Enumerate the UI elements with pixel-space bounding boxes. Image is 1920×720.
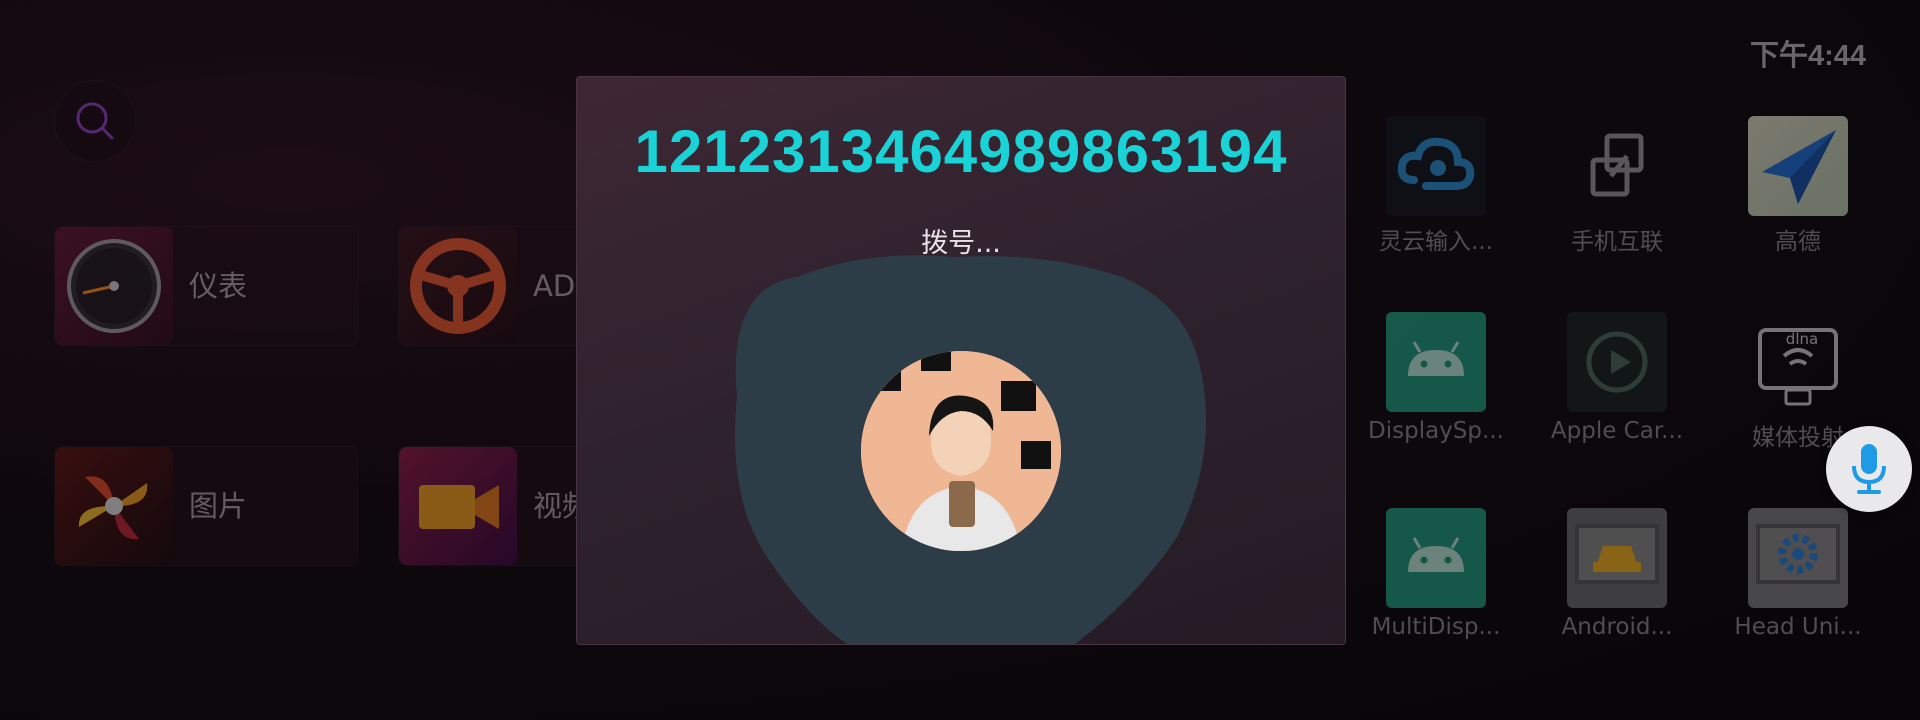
app-label: DisplaySp...: [1368, 418, 1504, 444]
steering-wheel-icon: [399, 227, 517, 345]
app-amap[interactable]: 高德: [1708, 116, 1888, 266]
call-status: 拨号...: [921, 228, 1001, 259]
app-phone-link[interactable]: 手机互联: [1527, 116, 1707, 266]
status-clock: 下午4:44: [1749, 40, 1866, 72]
tile-dashboard[interactable]: 仪表: [54, 226, 358, 346]
app-label: Apple Car...: [1550, 418, 1684, 444]
app-head-unit[interactable]: Head Uni...: [1708, 508, 1888, 658]
contact-avatar: [861, 351, 1061, 551]
app-multidisp[interactable]: MultiDisp...: [1346, 508, 1526, 658]
app-label: 高德: [1775, 229, 1821, 255]
phone-link-icon: [1567, 116, 1667, 216]
microphone-icon: [1852, 444, 1886, 494]
android-auto-icon: [1567, 508, 1667, 608]
carplay-icon: [1567, 312, 1667, 412]
call-dialog: 1212313464989863194 拨号...: [576, 76, 1346, 645]
app-label: MultiDisp...: [1371, 614, 1501, 640]
tile-label: 图片: [189, 489, 248, 523]
tile-pictures[interactable]: 图片: [54, 446, 358, 566]
pinwheel-icon: [55, 447, 173, 565]
gauge-icon: [55, 227, 173, 345]
app-label: Head Uni...: [1734, 614, 1862, 640]
app-label: 灵云输入...: [1379, 229, 1493, 255]
android-icon: [1386, 312, 1486, 412]
dialed-number: 1212313464989863194: [634, 118, 1288, 185]
app-carplay[interactable]: Apple Car...: [1527, 312, 1707, 462]
app-android-auto[interactable]: Android...: [1527, 508, 1707, 658]
app-label: Android...: [1561, 614, 1673, 640]
video-camera-icon: [399, 447, 517, 565]
tile-label: AD: [533, 269, 576, 303]
voice-assistant-button[interactable]: [1826, 426, 1912, 512]
dlna-cast-icon: dlna: [1748, 312, 1848, 412]
settings-gear-icon: [1748, 508, 1848, 608]
amap-icon: [1748, 116, 1848, 216]
cloud-input-icon: [1386, 116, 1486, 216]
android-icon: [1386, 508, 1486, 608]
app-displaysp[interactable]: DisplaySp...: [1346, 312, 1526, 462]
dlna-text: dlna: [1786, 330, 1818, 348]
app-label: 手机互联: [1571, 229, 1663, 255]
search-icon: [76, 102, 114, 140]
search-button[interactable]: [54, 80, 136, 162]
tile-label: 仪表: [189, 269, 248, 303]
app-cloud-input[interactable]: 灵云输入...: [1346, 116, 1526, 266]
